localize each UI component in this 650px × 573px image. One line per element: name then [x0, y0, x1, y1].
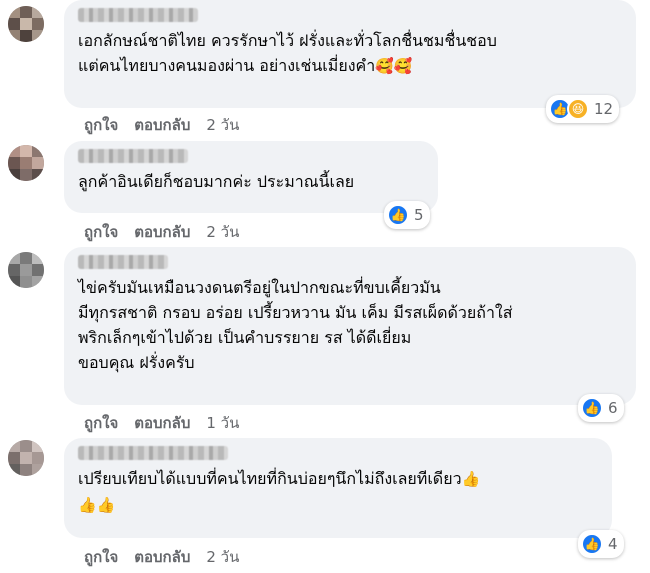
author-name-blurred[interactable]	[78, 446, 228, 460]
timestamp[interactable]: 2 วัน	[206, 220, 239, 244]
comment-actions: ถูกใจ ตอบกลับ 2 วัน	[84, 113, 239, 137]
reaction-summary[interactable]: 👍 6	[578, 394, 624, 422]
comment-text: ไข่ครับมันเหมือนวงดนตรีอยู่ในปากขณะที่ขบ…	[78, 278, 513, 372]
avatar[interactable]	[8, 6, 44, 42]
reaction-count: 4	[608, 535, 618, 553]
comment-text: ลูกค้าอินเดียก็ชอบมากค่ะ ประมาณนี้เลย	[78, 172, 355, 191]
reaction-count: 12	[594, 100, 614, 118]
like-icon: 👍	[387, 204, 409, 226]
like-button[interactable]: ถูกใจ	[84, 545, 118, 569]
comment-actions: ถูกใจ ตอบกลับ 2 วัน	[84, 545, 239, 569]
haha-icon: 😆	[567, 98, 589, 120]
avatar[interactable]	[8, 440, 44, 476]
timestamp[interactable]: 2 วัน	[206, 545, 239, 569]
comment-actions: ถูกใจ ตอบกลับ 1 วัน	[84, 411, 239, 435]
like-button[interactable]: ถูกใจ	[84, 113, 118, 137]
comment-text: เอกลักษณ์ชาติไทย ควรรักษาไว้ ฝรั่งและทั่…	[78, 28, 622, 79]
thumbs-up-emoji: 👍	[461, 470, 481, 488]
thumbs-up-emoji-pair: 👍👍	[78, 496, 116, 514]
author-name-blurred[interactable]	[78, 8, 198, 22]
reaction-summary[interactable]: 👍 😆 12	[546, 95, 620, 123]
comment-actions: ถูกใจ ตอบกลับ 2 วัน	[84, 220, 239, 244]
reply-button[interactable]: ตอบกลับ	[134, 220, 190, 244]
reply-button[interactable]: ตอบกลับ	[134, 545, 190, 569]
comment-text: เปรียบเทียบได้แบบที่คนไทยที่กินบ่อยๆนึกไ…	[78, 466, 598, 518]
like-button[interactable]: ถูกใจ	[84, 411, 118, 435]
like-button[interactable]: ถูกใจ	[84, 220, 118, 244]
author-name-blurred[interactable]	[78, 255, 168, 269]
like-icon: 👍	[581, 533, 603, 555]
like-icon: 👍	[581, 397, 603, 419]
smiling-hearts-emoji: 🥰🥰	[375, 57, 413, 75]
avatar[interactable]	[8, 145, 44, 181]
reply-button[interactable]: ตอบกลับ	[134, 411, 190, 435]
reaction-summary[interactable]: 👍 4	[578, 530, 624, 558]
reply-button[interactable]: ตอบกลับ	[134, 113, 190, 137]
reaction-count: 6	[608, 399, 618, 417]
comment-bubble: เปรียบเทียบได้แบบที่คนไทยที่กินบ่อยๆนึกไ…	[64, 438, 612, 538]
author-name-blurred[interactable]	[78, 149, 188, 163]
comment-bubble: ไข่ครับมันเหมือนวงดนตรีอยู่ในปากขณะที่ขบ…	[64, 247, 636, 405]
comment-bubble: ลูกค้าอินเดียก็ชอบมากค่ะ ประมาณนี้เลย	[64, 141, 438, 213]
reaction-summary[interactable]: 👍 5	[384, 201, 430, 229]
avatar[interactable]	[8, 252, 44, 288]
timestamp[interactable]: 1 วัน	[206, 411, 239, 435]
comment-bubble: เอกลักษณ์ชาติไทย ควรรักษาไว้ ฝรั่งและทั่…	[64, 0, 636, 108]
timestamp[interactable]: 2 วัน	[206, 113, 239, 137]
reaction-count: 5	[414, 206, 424, 224]
